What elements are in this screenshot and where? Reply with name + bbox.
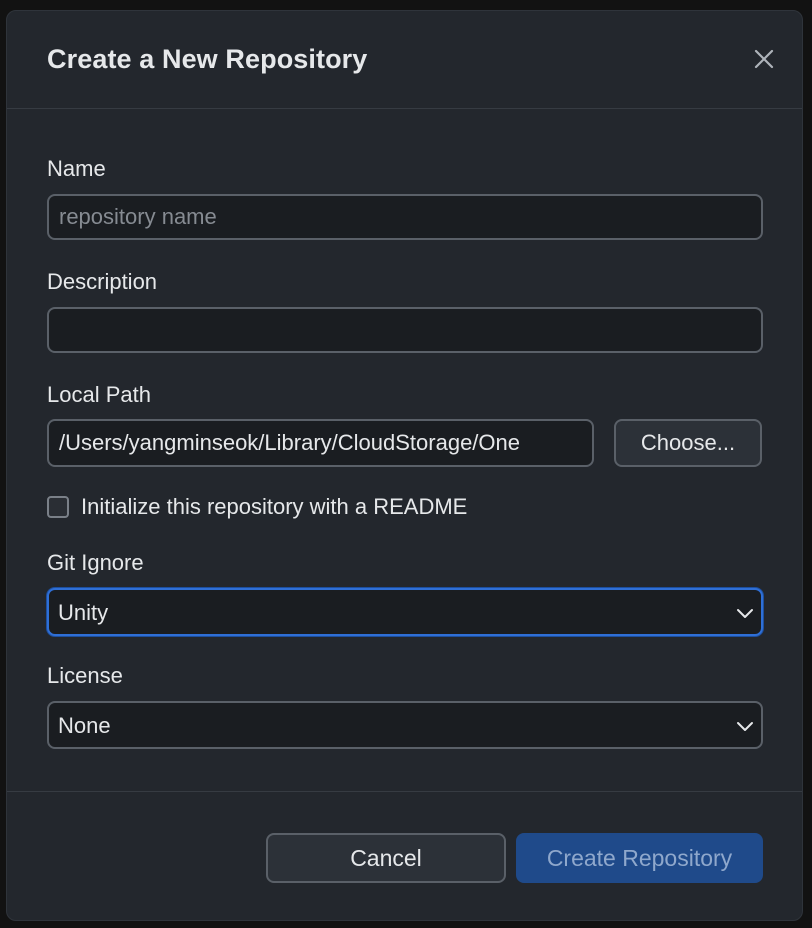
- dialog-header: Create a New Repository: [7, 11, 802, 109]
- description-label: Description: [47, 269, 158, 294]
- readme-checkbox-row[interactable]: Initialize this repository with a README: [47, 494, 467, 520]
- readme-checkbox[interactable]: [47, 496, 69, 518]
- description-input[interactable]: [47, 307, 763, 353]
- license-select[interactable]: None: [47, 701, 763, 749]
- choose-button[interactable]: Choose...: [614, 419, 762, 467]
- license-selected-value: None: [58, 713, 111, 738]
- close-icon[interactable]: [752, 47, 776, 71]
- create-repository-dialog: Create a New Repository Name Description…: [6, 10, 803, 921]
- name-input[interactable]: [47, 194, 763, 240]
- git-ignore-select[interactable]: Unity: [47, 588, 763, 636]
- local-path-label: Local Path: [47, 382, 151, 407]
- license-label: License: [47, 663, 123, 688]
- cancel-button[interactable]: Cancel: [266, 833, 506, 883]
- dialog-title: Create a New Repository: [47, 44, 368, 74]
- chevron-down-icon: [735, 716, 755, 736]
- create-repository-button[interactable]: Create Repository: [516, 833, 763, 883]
- git-ignore-label: Git Ignore: [47, 550, 144, 575]
- local-path-input[interactable]: [47, 419, 594, 467]
- readme-checkbox-label: Initialize this repository with a README: [81, 494, 468, 519]
- git-ignore-selected-value: Unity: [58, 600, 109, 625]
- chevron-down-icon: [735, 603, 755, 623]
- name-label: Name: [47, 156, 106, 181]
